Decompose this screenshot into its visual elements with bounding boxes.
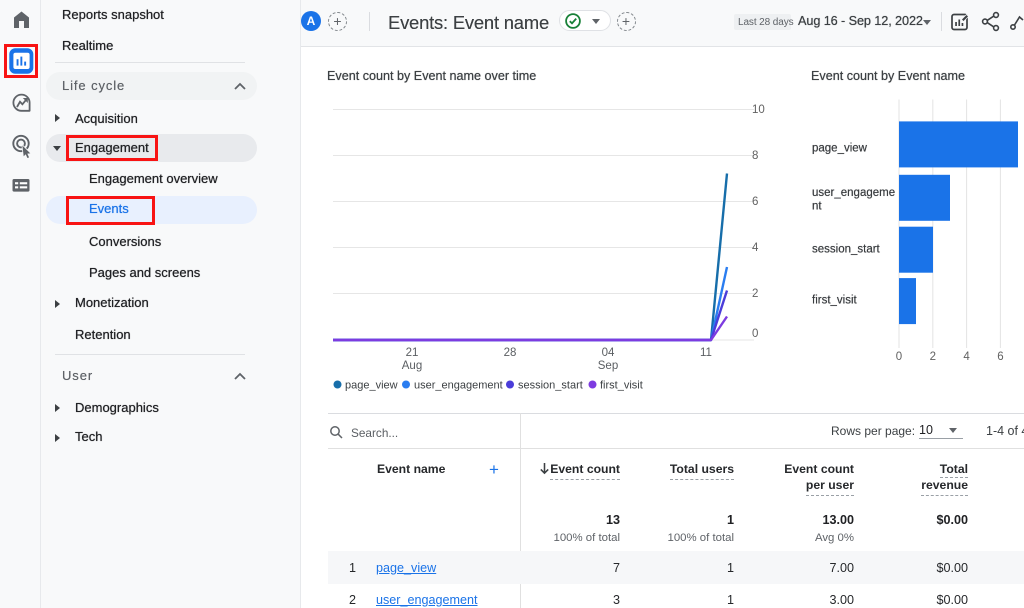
svg-text:page_view: page_view	[812, 143, 868, 155]
svg-text:Event count by Event name: Event count by Event name	[811, 69, 965, 83]
svg-text:04: 04	[602, 347, 615, 359]
svg-text:10: 10	[752, 104, 765, 116]
svg-text:4: 4	[752, 242, 759, 254]
svg-text:page_view: page_view	[345, 380, 398, 392]
svg-text:28: 28	[504, 347, 517, 359]
svg-text:first_visit: first_visit	[600, 380, 643, 392]
svg-text:session_start: session_start	[518, 380, 583, 392]
svg-text:user_engagement: user_engagement	[414, 380, 503, 392]
svg-text:Event count by Event name over: Event count by Event name over time	[327, 69, 536, 83]
svg-text:Aug: Aug	[402, 360, 422, 372]
svg-text:user_engageme: user_engageme	[812, 187, 895, 199]
svg-text:0: 0	[896, 351, 902, 363]
svg-text:2: 2	[752, 288, 758, 300]
svg-text:0: 0	[752, 328, 758, 340]
svg-text:nt: nt	[812, 201, 822, 213]
svg-text:first_visit: first_visit	[812, 295, 858, 307]
svg-text:4: 4	[963, 351, 970, 363]
svg-text:6: 6	[752, 196, 758, 208]
svg-text:2: 2	[930, 351, 936, 363]
svg-text:21: 21	[406, 347, 419, 359]
svg-text:8: 8	[752, 150, 758, 162]
svg-text:11: 11	[700, 347, 712, 359]
svg-text:session_start: session_start	[812, 244, 881, 256]
svg-text:6: 6	[997, 351, 1003, 363]
svg-text:Sep: Sep	[598, 360, 618, 372]
